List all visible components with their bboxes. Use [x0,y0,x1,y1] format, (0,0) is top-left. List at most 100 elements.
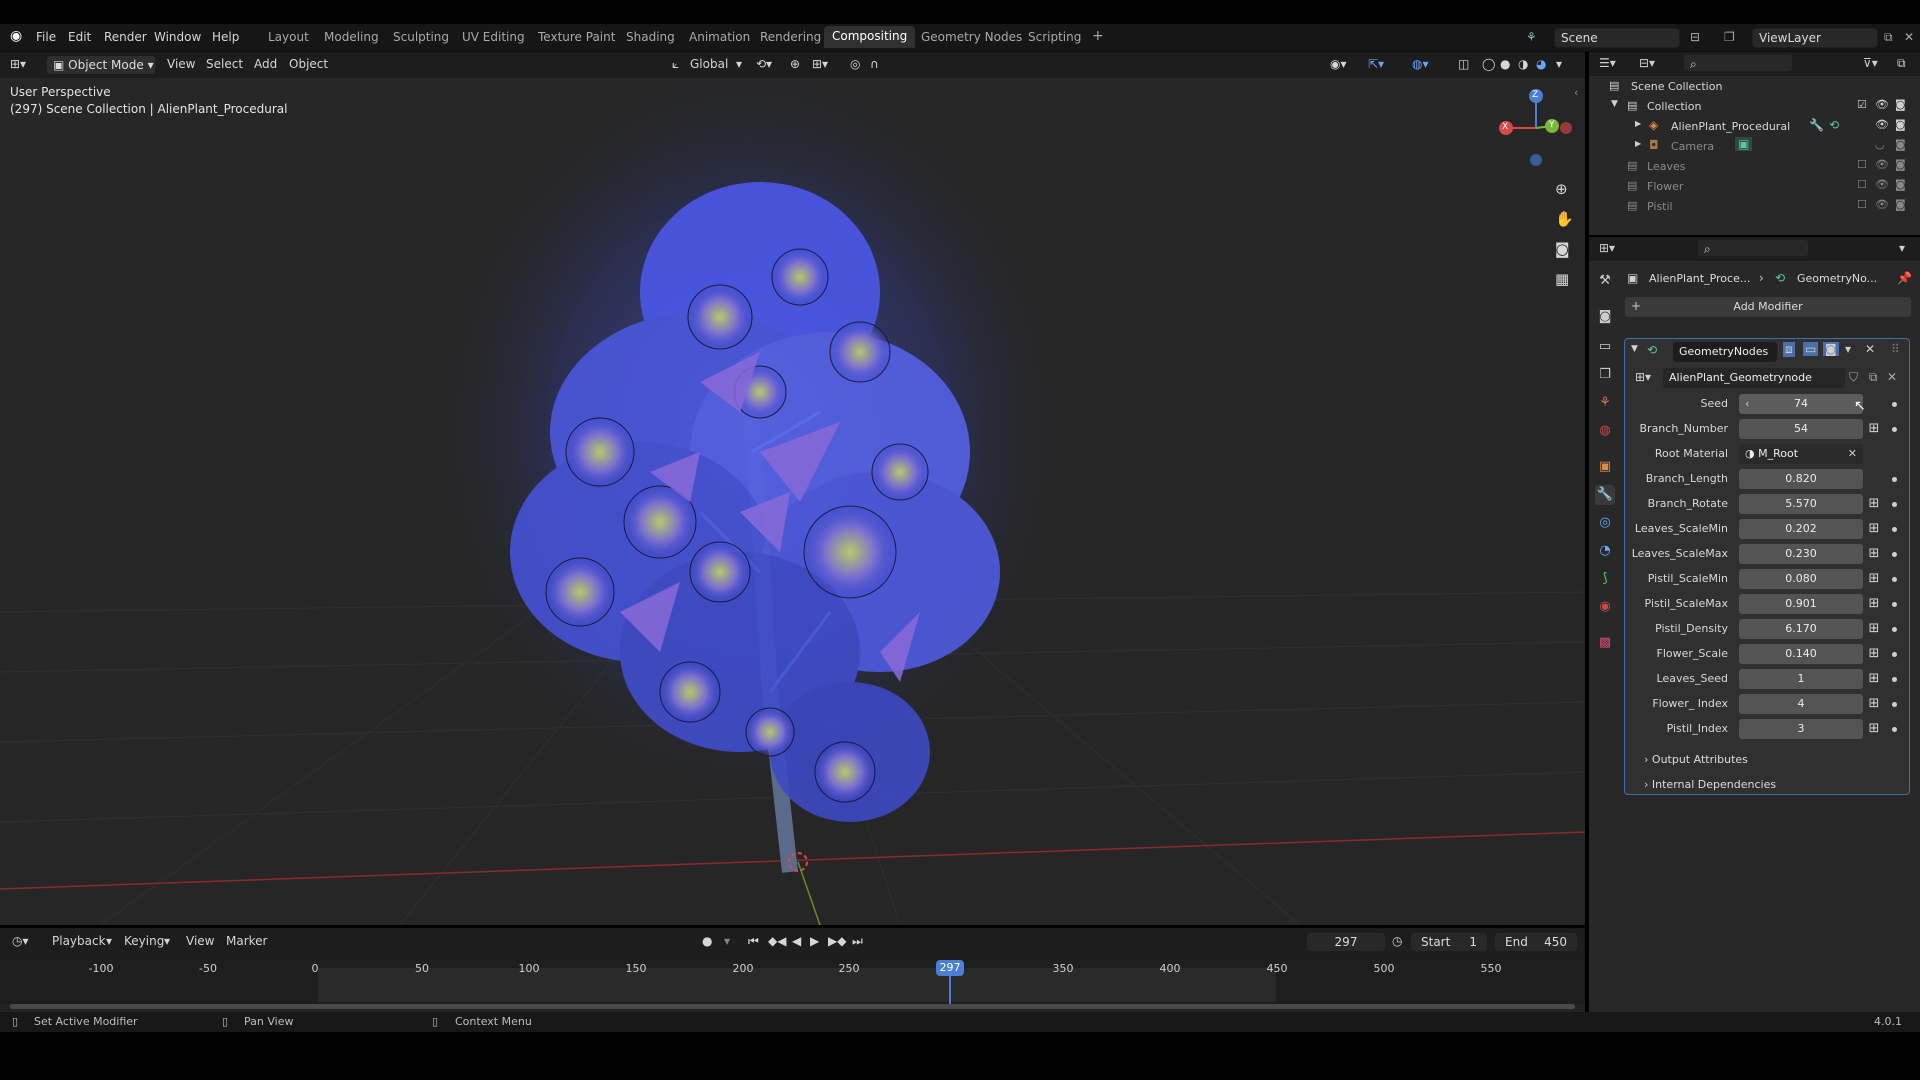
properties-editor-icon[interactable]: ⊞▾ [1599,241,1615,255]
tab-scripting[interactable]: Scripting [1028,30,1081,44]
timeline[interactable]: ◷▾ Playback ▾ Keying ▾ View Marker ● ▾ ⏮… [0,928,1585,1012]
play-icon[interactable]: ▶ [810,934,819,948]
tab-rendering[interactable]: Rendering [760,30,821,44]
geometry-nodes-icon[interactable]: ⟲ [1829,118,1839,132]
viewport-toggle-icon[interactable]: ▭ [1803,342,1819,356]
timeline-editor-icon[interactable]: ◷▾ [12,934,29,948]
tab-layout[interactable]: Layout [268,30,309,44]
pivot-icon[interactable]: ⟲▾ [756,57,772,71]
expand-arrow-icon[interactable]: ▼ [1611,99,1618,109]
proportional-edit-icon[interactable]: ◎ [850,57,860,71]
navigation-gizmo[interactable]: Z X Y [1492,88,1572,168]
render-toggle-icon[interactable]: ◙ [1823,342,1839,356]
material-field[interactable]: ◑ M_Root ✕ [1739,444,1863,464]
keyframe-dot-icon[interactable] [1892,727,1897,732]
tab-uv-editing[interactable]: UV Editing [462,30,525,44]
tab-shading[interactable]: Shading [626,30,675,44]
param-field-leaves-seed[interactable]: 1 [1739,669,1863,689]
outliner-collection[interactable]: ▼ ▤ Collection ☑ 👁 ◙ [1589,96,1920,116]
eye-icon[interactable]: 👁 [1875,178,1889,191]
orientation-icon[interactable]: ⟀ [672,57,679,72]
record-icon[interactable]: ● [702,934,712,948]
tab-modeling[interactable]: Modeling [324,30,379,44]
output-tab-icon[interactable]: ▭ [1595,337,1615,357]
jump-start-icon[interactable]: ⏮ [748,934,759,949]
new-collection-icon[interactable]: ⧉ [1897,56,1906,71]
outliner-item-alienplant[interactable]: ▶ ◈ AlienPlant_Procedural 🔧 ⟲ 👁 ◙ [1589,116,1920,136]
shading-options-icon[interactable]: ▾ [1556,57,1562,71]
viewport-menu-add[interactable]: Add [254,57,277,71]
dropdown-icon[interactable]: ▾ [724,934,730,948]
end-frame-field[interactable]: End 450 [1494,932,1578,952]
tab-sculpting[interactable]: Sculpting [393,30,449,44]
filter-icon[interactable]: ⊽▾ [1863,56,1878,70]
render-camera-icon[interactable]: ◙ [1895,198,1906,211]
attribute-toggle-icon[interactable]: ⊞ [1866,646,1882,662]
view-layer-selector[interactable]: ViewLayer [1752,28,1878,48]
tab-geometry-nodes[interactable]: Geometry Nodes [921,30,1022,44]
tab-texture-paint[interactable]: Texture Paint [538,30,615,44]
checkbox-icon[interactable]: ☐ [1857,178,1867,191]
add-modifier-button[interactable]: + Add Modifier [1625,297,1911,317]
eye-closed-icon[interactable]: ◡ [1875,138,1885,151]
snap-icon[interactable]: ⊕ [790,57,800,71]
overlay-toggle-icon[interactable]: ◍▾ [1412,57,1429,71]
timeline-menu-view[interactable]: View [186,934,214,948]
outliner-scene-collection[interactable]: ▤ Scene Collection [1589,76,1920,96]
solid-shading-icon[interactable]: ● [1500,57,1510,71]
timeline-menu-marker[interactable]: Marker [226,934,267,948]
eye-icon[interactable]: 👁 [1875,98,1889,111]
menu-render[interactable]: Render [104,30,147,44]
sidebar-toggle-icon[interactable]: ‹ [1574,86,1578,99]
render-camera-icon[interactable]: ◙ [1895,118,1906,131]
menu-window[interactable]: Window [154,30,201,44]
param-field-pistil-density[interactable]: 6.170 [1739,619,1863,639]
keyframe-dot-icon[interactable] [1892,477,1897,482]
duplicate-icon[interactable]: ⧉ [1869,370,1878,385]
param-field-branch-rotate[interactable]: 5.570 [1739,494,1863,514]
material-shading-icon[interactable]: ◑ [1518,57,1528,71]
clear-material-icon[interactable]: ✕ [1848,447,1857,460]
attribute-toggle-icon[interactable]: ⊞ [1866,721,1882,737]
orientation-dropdown-icon[interactable]: ▾ [736,57,742,71]
param-field-pistil-index[interactable]: 3 [1739,719,1863,739]
outliner-item-leaves[interactable]: ▤ Leaves ☐ 👁 ◙ [1589,156,1920,176]
param-field-flower-index[interactable]: 4 [1739,694,1863,714]
scene-selector[interactable]: Scene [1554,28,1680,48]
keyframe-dot-icon[interactable] [1892,702,1897,707]
properties-search-input[interactable]: ⌕ [1697,239,1809,257]
rendered-shading-icon[interactable]: ◕ [1536,57,1546,71]
eye-icon[interactable]: 👁 [1875,198,1889,211]
drag-handle-icon[interactable]: ⠿ [1891,342,1900,356]
fake-user-shield-icon[interactable]: ⛉ [1849,370,1858,385]
orientation-label[interactable]: Global [690,57,728,71]
tab-animation[interactable]: Animation [689,30,750,44]
jump-keyframe-back-icon[interactable]: ◆◀ [768,934,786,948]
modifier-close-icon[interactable]: ✕ [1865,342,1875,356]
view-layer-new-icon[interactable]: ⧉ [1884,30,1893,45]
param-field-pistil-scalemin[interactable]: 0.080 [1739,569,1863,589]
render-camera-icon[interactable]: ◙ [1895,158,1906,171]
tab-compositing[interactable]: Compositing [824,26,916,48]
modifier-name-field[interactable]: GeometryNodes [1673,342,1777,362]
output-attributes-subpanel[interactable]: › Output Attributes [1644,752,1884,768]
param-field-branch-length[interactable]: 0.820 [1739,469,1863,489]
modifier-wrench-icon[interactable]: 🔧 [1809,118,1824,132]
camera-view-icon[interactable]: ◙ [1555,240,1570,258]
timeline-menu-playback[interactable]: Playback [52,934,106,948]
attribute-toggle-icon[interactable]: ⊞ [1866,421,1882,437]
expand-arrow-icon[interactable]: ▶ [1635,119,1641,128]
display-mode-icon[interactable]: ⊟▾ [1639,56,1655,70]
tool-tab-icon[interactable]: ⚒ [1595,271,1615,291]
edit-mode-toggle-icon[interactable]: ⧈ [1783,342,1795,357]
decrement-arrow-icon[interactable]: ‹ [1745,394,1749,414]
attribute-toggle-icon[interactable]: ⊞ [1866,571,1882,587]
param-field-branch-number[interactable]: 54 [1739,419,1863,439]
keyframe-dot-icon[interactable] [1892,527,1897,532]
timeline-menu-keying[interactable]: Keying [124,934,164,948]
falloff-icon[interactable]: ∩ [870,57,879,71]
ortho-grid-icon[interactable]: ▦ [1555,270,1569,288]
keyframe-dot-icon[interactable] [1892,652,1897,657]
menu-edit[interactable]: Edit [68,30,91,44]
camera-data-icon[interactable]: ▣ [1735,137,1753,151]
